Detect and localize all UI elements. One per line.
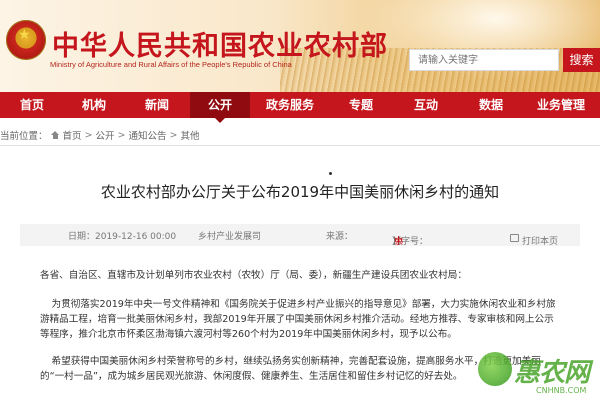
publish-date: 日期：2019-12-16 00:00 — [68, 232, 177, 242]
decorative-dot — [329, 172, 332, 175]
source-label: 来源： — [326, 232, 354, 242]
article-salutation: 各省、自治区、直辖市及计划单列市农业农村（农牧）厅（局、委），新疆生产建设兵团农… — [40, 270, 467, 281]
nav-item-data[interactable]: 数据 — [460, 92, 522, 118]
home-icon — [50, 131, 60, 139]
nav-item-public[interactable]: 公开 — [190, 92, 250, 123]
breadcrumb-item-home[interactable]: 首页 — [63, 128, 82, 142]
watermark-text: 惠农网 — [514, 358, 590, 388]
article-title: 农业农村部办公厅关于公布2019年中国美丽休闲乡村的通知 — [100, 183, 500, 201]
nav-item-business[interactable]: 业务管理 — [522, 92, 600, 118]
site-subtitle: Ministry of Agriculture and Rural Affair… — [50, 60, 292, 69]
article-source: 乡村产业发展司 — [198, 232, 262, 242]
star-icon: ★ — [18, 27, 31, 43]
leaf-logo-icon — [478, 352, 512, 386]
breadcrumb-item-public[interactable]: 公开 — [96, 128, 115, 142]
nav-item-organization[interactable]: 机构 — [64, 92, 124, 118]
article-paragraph: 为贯彻落实2019年中央一号文件精神和《国务院关于促进乡村产业振兴的指导意见》部… — [40, 299, 556, 340]
main-nav: 首页 机构 新闻 公开 政务服务 专题 互动 数据 业务管理 — [0, 92, 600, 123]
search-button[interactable]: 搜索 — [563, 48, 600, 72]
breadcrumb-separator: > — [84, 129, 93, 141]
print-label: 打印本页 — [522, 237, 559, 247]
site-title[interactable]: 中华人民共和国农业农村部 — [52, 24, 388, 63]
article-meta-bar: 日期：2019-12-16 00:00 乡村产业发展司 来源： 【字号：大 中 … — [20, 224, 580, 247]
nav-item-news[interactable]: 新闻 — [124, 92, 190, 118]
breadcrumb-item-notices[interactable]: 通知公告 — [128, 128, 166, 142]
font-size-close: 】 — [392, 237, 402, 247]
printer-icon — [510, 234, 519, 242]
national-emblem-icon[interactable]: ★ — [6, 20, 46, 60]
breadcrumb-separator: > — [169, 129, 178, 141]
site-header: ★ 中华人民共和国农业农村部 Ministry of Agriculture a… — [0, 0, 600, 92]
nav-item-services[interactable]: 政务服务 — [250, 92, 330, 118]
breadcrumb-item-other[interactable]: 其他 — [180, 128, 199, 142]
breadcrumb-prefix: 当前位置： — [0, 131, 48, 142]
nav-item-topics[interactable]: 专题 — [330, 92, 392, 118]
watermark: 惠农网 CNHNB.COM — [478, 344, 596, 400]
breadcrumb-separator: > — [117, 129, 126, 141]
print-button[interactable]: 打印本页 — [510, 229, 558, 247]
nav-item-interaction[interactable]: 互动 — [392, 92, 460, 118]
nav-item-home[interactable]: 首页 — [0, 92, 64, 118]
divider — [0, 145, 600, 146]
search-input[interactable] — [409, 49, 559, 71]
watermark-domain: CNHNB.COM — [536, 386, 587, 395]
breadcrumb: 当前位置： 首页 > 公开 > 通知公告 > 其他 — [0, 128, 199, 143]
